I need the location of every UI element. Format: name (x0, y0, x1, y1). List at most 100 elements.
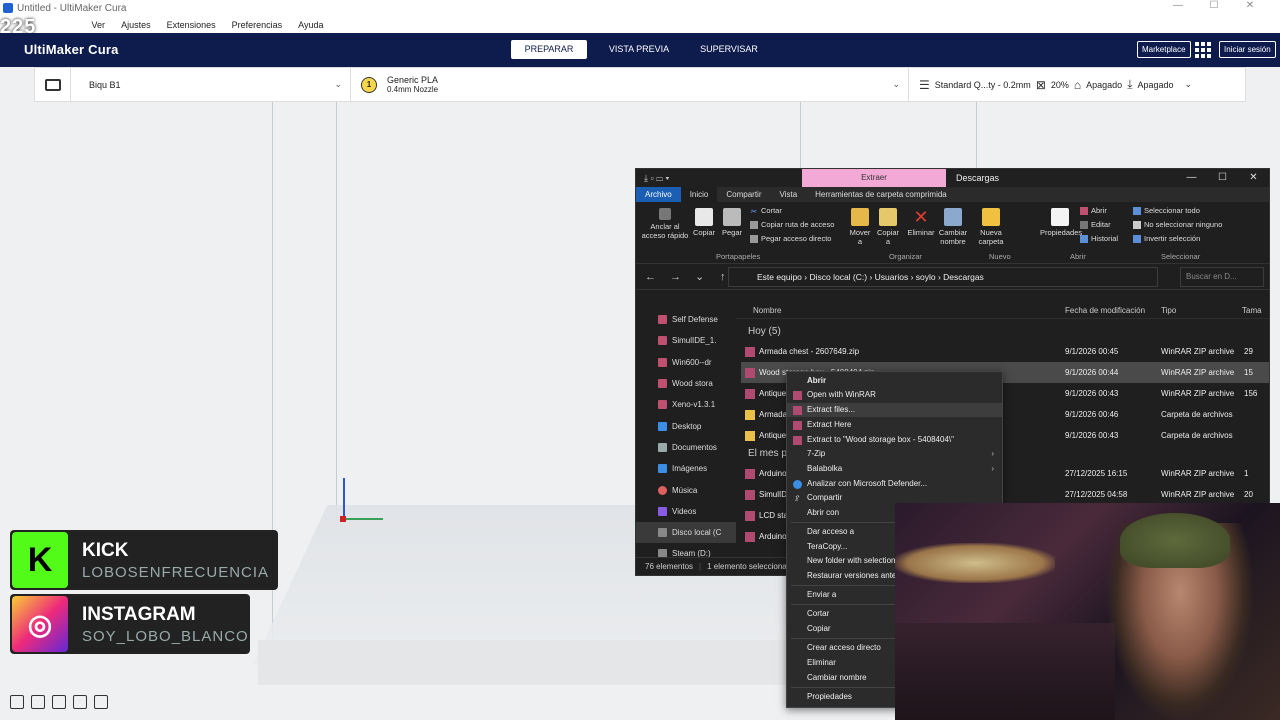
ribbon-tab-vista[interactable]: Vista (771, 187, 807, 202)
print-settings-selector[interactable]: ☰ Standard Q...ty - 0.2mm ⊠ 20% ⌂ Apagad… (909, 77, 1245, 92)
cortar-button[interactable]: ✂ Cortar (750, 206, 782, 216)
apps-grid-icon[interactable] (1195, 42, 1211, 58)
explorer-close-button[interactable]: ✕ (1238, 169, 1269, 187)
support-icon: ⌂ (1073, 77, 1082, 92)
menu-ayuda[interactable]: Ayuda (290, 20, 331, 30)
col-nombre[interactable]: Nombre (753, 306, 781, 315)
quick-access-toolbar-icons[interactable]: ⤓ ▫ ▭ ▾ (644, 173, 669, 184)
search-box[interactable]: Buscar en D... (1180, 267, 1264, 287)
z-axis (343, 478, 345, 520)
tree-item-desktop[interactable]: Desktop (636, 415, 736, 436)
menu-item-defender[interactable]: Analizar con Microsoft Defender... (787, 477, 1002, 491)
right-view-icon[interactable] (94, 695, 108, 709)
open-file-button[interactable] (35, 68, 71, 101)
ribbon-tab-compartir[interactable]: Compartir (717, 187, 770, 202)
copiar-button[interactable]: Copiar (692, 208, 716, 237)
explorer-minimize-button[interactable]: — (1176, 169, 1207, 187)
invertir-seleccion-button[interactable]: Invertir selección (1133, 234, 1200, 243)
cambiar-nombre-button[interactable]: Cambiar nombre (938, 208, 968, 246)
group-header-today[interactable]: Hoy (5) (748, 326, 781, 337)
ribbon-tab-herramientas[interactable]: Herramientas de carpeta comprimida (806, 187, 956, 202)
tree-item[interactable]: SimulIDE_1. (636, 330, 736, 351)
pegar-button[interactable]: Pegar (720, 208, 744, 237)
column-headers: Nombre Fecha de modificación Tipo Tama (736, 302, 1269, 319)
eliminar-button[interactable]: ✕ Eliminar (906, 208, 936, 237)
file-row[interactable]: Armada chest - 2607649.zip 9/1/2026 00:4… (741, 341, 1269, 362)
tab-preparar[interactable]: PREPARAR (511, 40, 587, 59)
tree-item[interactable]: Win600--dr (636, 352, 736, 373)
seleccionar-todo-button[interactable]: Seleccionar todo (1133, 206, 1200, 215)
tree-item-imagenes[interactable]: Imágenes (636, 458, 736, 479)
back-arrow-icon[interactable]: ← (645, 271, 661, 283)
editar-button[interactable]: Editar (1080, 220, 1111, 229)
menu-item-extract-here[interactable]: Extract Here (787, 418, 1002, 432)
seleccionar-ninguno-button[interactable]: No seleccionar ninguno (1133, 220, 1222, 229)
3d-view-icon[interactable] (10, 695, 24, 709)
menu-item-balabolka[interactable]: Balabolka › (787, 462, 1002, 476)
crumb-este-equipo[interactable]: Este equipo (757, 272, 802, 282)
signin-button[interactable]: Iniciar sesión (1219, 41, 1276, 58)
explorer-titlebar: ⤓ ▫ ▭ ▾ Extraer Descargas — ☐ ✕ (636, 169, 1269, 187)
file-date: 9/1/2026 00:46 (1065, 410, 1119, 419)
menu-extensiones[interactable]: Extensiones (159, 20, 224, 30)
group-header-month[interactable]: El mes p (748, 448, 787, 459)
minimize-button[interactable]: — (1160, 0, 1196, 11)
tree-item-videos[interactable]: Videos (636, 501, 736, 522)
printer-selector[interactable]: Biqu B1 ⌄ (71, 68, 351, 101)
menu-item-extract-to[interactable]: Extract to "Wood storage box - 5408404\" (787, 433, 1002, 447)
pegar-acceso-button[interactable]: Pegar acceso directo (750, 234, 831, 243)
material-selector[interactable]: 1 Generic PLA 0.4mm Nozzle ⌄ (351, 68, 909, 101)
ribbon: Anclar al acceso rápido Copiar Pegar ✂ Co… (636, 202, 1269, 264)
col-tipo[interactable]: Tipo (1161, 306, 1176, 315)
winrar-icon (793, 391, 802, 400)
adhesion-value: Apagado (1137, 79, 1174, 90)
propiedades-button[interactable]: Propiedades (1040, 208, 1082, 237)
front-view-icon[interactable] (31, 695, 45, 709)
crumb-usuarios[interactable]: Usuarios (875, 272, 909, 282)
crumb-disco-local[interactable]: Disco local (C:) (809, 272, 867, 282)
tab-vista-previa[interactable]: VISTA PREVIA (601, 40, 677, 59)
contextual-tab-extraer[interactable]: Extraer (802, 169, 946, 187)
tab-supervisar[interactable]: SUPERVISAR (691, 40, 767, 59)
file-size: 15 (1244, 368, 1253, 377)
tree-item-musica[interactable]: Música (636, 479, 736, 500)
crumb-soylo[interactable]: soylo (916, 272, 936, 282)
abrir-button[interactable]: Abrir (1080, 206, 1107, 215)
menu-ver[interactable]: Ver (84, 20, 114, 30)
menu-item-extract-files[interactable]: Extract files... (787, 403, 1002, 417)
tree-item[interactable]: Xeno-v1.3.1 (636, 394, 736, 415)
ribbon-tab-archivo[interactable]: Archivo (636, 187, 681, 202)
crumb-descargas[interactable]: Descargas (943, 272, 984, 282)
explorer-maximize-button[interactable]: ☐ (1207, 169, 1238, 187)
forward-arrow-icon[interactable]: → (670, 271, 686, 283)
menu-preferencias[interactable]: Preferencias (224, 20, 291, 30)
history-chevron-icon[interactable]: ⌄ (695, 270, 711, 283)
copiar-a-button[interactable]: Copiar a (876, 208, 900, 246)
mover-a-button[interactable]: Mover a (848, 208, 872, 246)
group-abrir: Abrir (1070, 252, 1086, 261)
copiar-ruta-button[interactable]: Copiar ruta de acceso (750, 220, 834, 229)
menu-item-abrir[interactable]: Abrir (787, 374, 1002, 388)
historial-button[interactable]: Historial (1080, 234, 1118, 243)
tree-item[interactable]: Wood stora (636, 373, 736, 394)
col-fecha[interactable]: Fecha de modificación (1065, 306, 1145, 315)
col-tamano[interactable]: Tama (1242, 306, 1262, 315)
menu-item-7zip[interactable]: 7-Zip › (787, 447, 1002, 461)
printer-name: Biqu B1 (89, 79, 121, 90)
marketplace-button[interactable]: Marketplace (1137, 41, 1191, 58)
menu-ajustes[interactable]: Ajustes (113, 20, 159, 30)
menu-item-open-with-winrar[interactable]: Open with WinRAR (787, 388, 1002, 402)
explorer-window-controls: — ☐ ✕ (1176, 169, 1269, 187)
close-button[interactable]: ✕ (1232, 0, 1268, 11)
address-path[interactable]: Este equipo › Disco local (C:) › Usuario… (728, 267, 1158, 287)
maximize-button[interactable]: ☐ (1196, 0, 1232, 11)
tree-item-documentos[interactable]: Documentos (636, 437, 736, 458)
ribbon-tab-inicio[interactable]: Inicio (680, 187, 718, 202)
left-view-icon[interactable] (73, 695, 87, 709)
anclar-button[interactable]: Anclar al acceso rápido (640, 208, 690, 240)
tree-item[interactable]: Self Defense (636, 309, 736, 330)
nueva-carpeta-button[interactable]: Nueva carpeta (976, 208, 1006, 246)
top-view-icon[interactable] (52, 695, 66, 709)
tree-item-disco-local[interactable]: Disco local (C (636, 521, 736, 544)
file-name: Antique (759, 431, 787, 440)
